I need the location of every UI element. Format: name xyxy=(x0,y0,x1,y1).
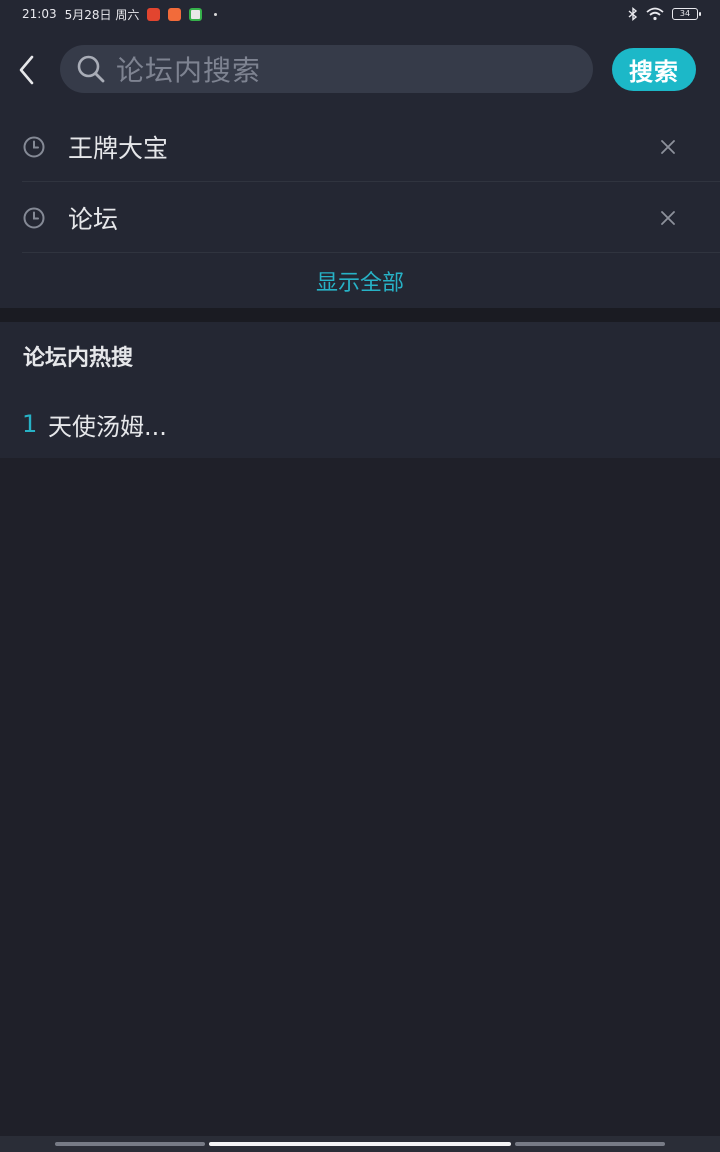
delete-history-button[interactable] xyxy=(654,204,682,232)
history-item[interactable]: 王牌大宝 xyxy=(22,112,720,182)
more-notifications-dot xyxy=(214,12,218,16)
app-notification-icon xyxy=(189,7,203,21)
search-history: 王牌大宝 论坛 显示全部 xyxy=(0,112,720,308)
close-icon xyxy=(661,211,675,225)
clock-icon xyxy=(23,207,45,228)
search-icon xyxy=(77,55,105,83)
forum-search-page: 21:03 5月28日 周六 34 论坛内搜索 搜索 王牌大宝 论坛 显示全部 … xyxy=(0,0,720,1152)
hot-search-label: 天使汤姆... xyxy=(48,412,167,441)
battery-icon: 34 xyxy=(672,8,701,20)
status-bar-right: 34 xyxy=(628,7,701,21)
search-header: 论坛内搜索 搜索 xyxy=(0,28,720,112)
wifi-icon xyxy=(646,7,664,21)
search-input[interactable]: 论坛内搜索 xyxy=(60,45,593,93)
chevron-left-icon xyxy=(19,55,34,85)
close-icon xyxy=(661,140,675,154)
back-button[interactable] xyxy=(12,50,42,90)
hot-search-title: 论坛内热搜 xyxy=(23,346,134,371)
status-time: 21:03 xyxy=(22,7,57,21)
gesture-navigation-bar xyxy=(0,1136,720,1152)
status-bar: 21:03 5月28日 周六 34 xyxy=(0,0,720,28)
history-item[interactable]: 论坛 xyxy=(22,183,720,253)
status-date: 5月28日 周六 xyxy=(64,7,140,22)
bluetooth-icon xyxy=(628,7,638,21)
nav-indicator-segment xyxy=(515,1142,665,1146)
delete-history-button[interactable] xyxy=(654,133,682,161)
history-item-label: 王牌大宝 xyxy=(68,133,169,163)
history-item-label: 论坛 xyxy=(68,204,119,234)
show-all-history-button[interactable]: 显示全部 xyxy=(0,254,720,308)
home-indicator[interactable] xyxy=(209,1142,511,1146)
search-placeholder: 论坛内搜索 xyxy=(116,54,262,87)
search-button[interactable]: 搜索 xyxy=(612,48,696,91)
app-notification-icon xyxy=(168,7,182,21)
section-divider xyxy=(0,308,720,322)
hot-search-rank: 1 xyxy=(22,410,38,438)
clock-icon xyxy=(23,136,45,157)
hot-search-section: 论坛内热搜 1 天使汤姆... xyxy=(0,322,720,458)
hot-search-item[interactable]: 1 天使汤姆... xyxy=(22,404,167,444)
nav-indicator-segment xyxy=(55,1142,205,1146)
app-notification-icon xyxy=(147,7,161,21)
status-bar-left: 21:03 5月28日 周六 xyxy=(22,6,218,23)
